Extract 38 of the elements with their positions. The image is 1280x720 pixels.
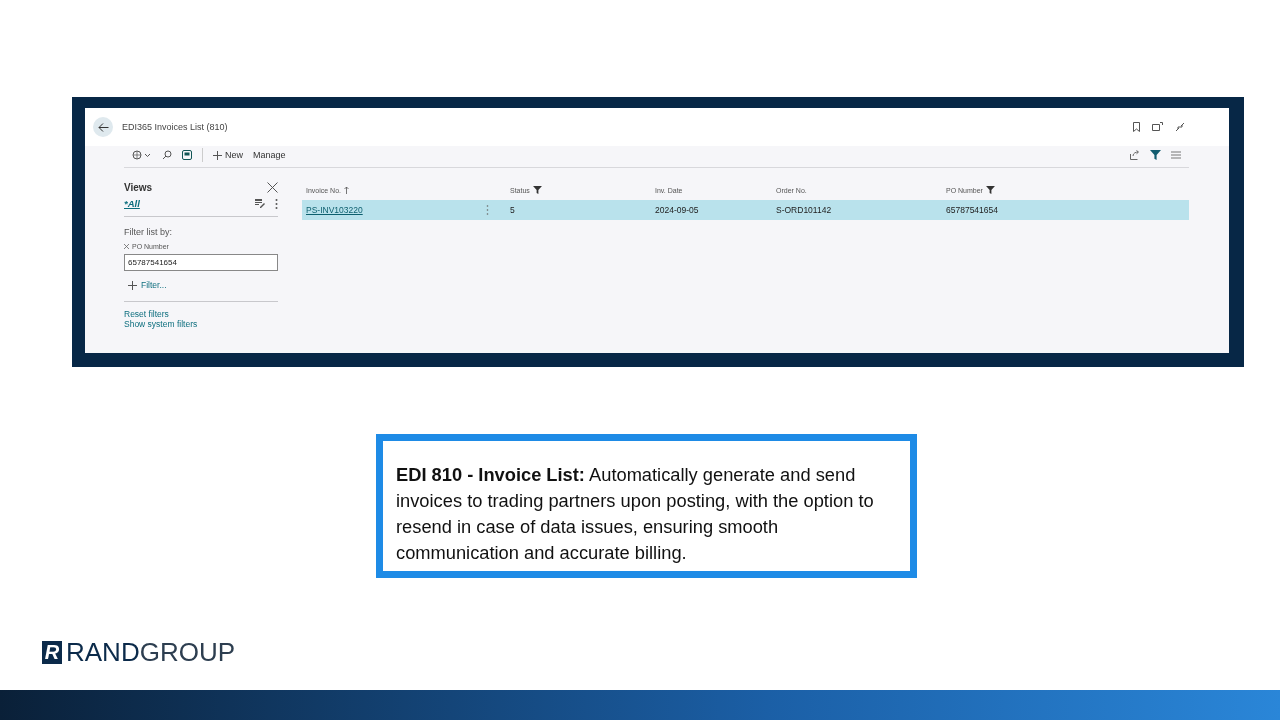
search-icon[interactable] xyxy=(162,150,172,160)
add-filter-button[interactable]: Filter... xyxy=(124,280,278,290)
filter-icon xyxy=(532,186,542,194)
back-button[interactable] xyxy=(93,117,113,137)
table-cell: 5 xyxy=(506,200,651,220)
close-icon[interactable] xyxy=(267,182,278,193)
filter-icon xyxy=(985,186,995,194)
table-cell: S-ORD101142 xyxy=(772,200,942,220)
invoice-link[interactable]: PS-INV103220 xyxy=(306,205,363,215)
filter-icon[interactable] xyxy=(1150,150,1161,160)
layout-icon[interactable] xyxy=(182,150,192,160)
new-button[interactable]: New xyxy=(213,150,243,160)
table-cell: 2024-09-05 xyxy=(651,200,772,220)
table-cell: 65787541654 xyxy=(942,200,1189,220)
manage-button[interactable]: Manage xyxy=(253,150,286,160)
arrow-icon xyxy=(97,122,109,132)
popout-icon[interactable] xyxy=(1152,122,1163,131)
filter-input[interactable]: 65787541654 xyxy=(124,254,278,271)
plus-icon xyxy=(213,150,222,160)
view-link[interactable]: *All xyxy=(124,198,140,209)
page-title: EDI365 Invoices List (810) xyxy=(122,122,228,132)
edit-view-icon[interactable] xyxy=(255,199,265,208)
collapse-icon[interactable] xyxy=(1175,122,1185,132)
logo-text: RAND xyxy=(66,637,140,667)
remove-filter-icon[interactable] xyxy=(124,244,129,249)
bookmark-icon[interactable] xyxy=(1133,122,1140,132)
reset-filters-link[interactable]: Reset filters xyxy=(124,309,278,319)
sort-ascending-icon xyxy=(344,186,350,194)
system-filters-link[interactable]: Show system filters xyxy=(124,319,278,329)
globe-dropdown-icon[interactable] xyxy=(132,150,152,160)
more-icon[interactable] xyxy=(275,198,278,209)
share-icon[interactable] xyxy=(1130,150,1140,160)
caption-text: EDI 810 - Invoice List: Automatically generate and send invoices to trading partners upon posting, with the option to resend in case of data issues, ensuring smooth communication and accurate billing. xyxy=(396,463,875,565)
filter-heading: Filter list by: xyxy=(124,227,173,237)
plus-icon xyxy=(128,280,137,290)
logo-text: GROUP xyxy=(139,637,235,667)
logo-mark: R xyxy=(42,640,62,664)
views-heading: Views xyxy=(124,182,153,193)
